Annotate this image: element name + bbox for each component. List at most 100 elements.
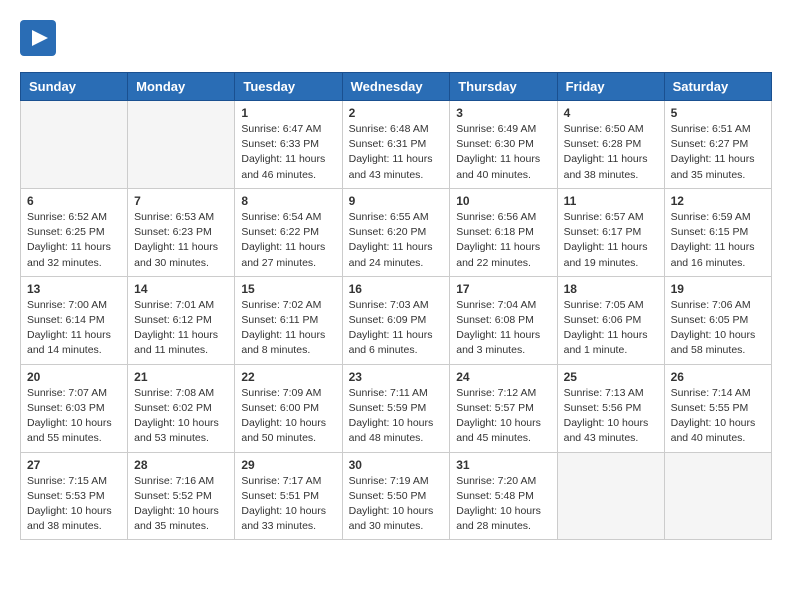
day-number: 24 (456, 370, 550, 384)
calendar-cell: 15Sunrise: 7:02 AMSunset: 6:11 PMDayligh… (235, 276, 342, 364)
day-info: Sunrise: 7:05 AMSunset: 6:06 PMDaylight:… (564, 298, 658, 359)
calendar-cell: 29Sunrise: 7:17 AMSunset: 5:51 PMDayligh… (235, 452, 342, 540)
calendar-cell: 8 Sunrise: 6:54 AMSunset: 6:22 PMDaylight… (235, 188, 342, 276)
day-info: Sunrise: 6:47 AMSunset: 6:33 PMDaylight:… (241, 122, 335, 183)
calendar-header-row: SundayMondayTuesdayWednesdayThursdayFrid… (21, 73, 772, 101)
calendar-cell: 25Sunrise: 7:13 AMSunset: 5:56 PMDayligh… (557, 364, 664, 452)
day-number: 3 (456, 106, 550, 120)
calendar-cell: 28 Sunrise: 7:16 AMSunset: 5:52 PMDayligh… (128, 452, 235, 540)
day-info: Sunrise: 7:01 AMSunset: 6:12 PMDaylight:… (134, 298, 228, 359)
calendar-header-thursday: Thursday (450, 73, 557, 101)
day-number: 20 (27, 370, 121, 384)
logo (20, 20, 60, 56)
day-number: 22 (241, 370, 335, 384)
calendar-cell: 26 Sunrise: 7:14 AMSunset: 5:55 PMDayligh… (664, 364, 771, 452)
calendar-header-sunday: Sunday (21, 73, 128, 101)
day-number: 25 (564, 370, 658, 384)
day-number: 29 (241, 458, 335, 472)
calendar-week-row: 13 Sunrise: 7:00 AMSunset: 6:14 PMDayligh… (21, 276, 772, 364)
day-info: Sunrise: 7:14 AMSunset: 5:55 PMDaylight:… (671, 386, 765, 447)
day-number: 18 (564, 282, 658, 296)
calendar-header-saturday: Saturday (664, 73, 771, 101)
day-number: 11 (564, 194, 658, 208)
day-info: Sunrise: 6:49 AMSunset: 6:30 PMDaylight:… (456, 122, 550, 183)
day-number: 31 (456, 458, 550, 472)
calendar-week-row: 27 Sunrise: 7:15 AMSunset: 5:53 PMDayligh… (21, 452, 772, 540)
day-number: 7 (134, 194, 228, 208)
day-info: Sunrise: 6:59 AMSunset: 6:15 PMDaylight:… (671, 210, 765, 271)
day-number: 28 (134, 458, 228, 472)
day-info: Sunrise: 6:55 AMSunset: 6:20 PMDaylight:… (349, 210, 444, 271)
day-number: 27 (27, 458, 121, 472)
day-number: 8 (241, 194, 335, 208)
calendar-cell: 2Sunrise: 6:48 AMSunset: 6:31 PMDaylight… (342, 101, 450, 189)
calendar-cell: 10 Sunrise: 6:56 AMSunset: 6:18 PMDayligh… (450, 188, 557, 276)
day-info: Sunrise: 6:57 AMSunset: 6:17 PMDaylight:… (564, 210, 658, 271)
day-number: 14 (134, 282, 228, 296)
day-info: Sunrise: 7:12 AMSunset: 5:57 PMDaylight:… (456, 386, 550, 447)
day-number: 10 (456, 194, 550, 208)
day-number: 15 (241, 282, 335, 296)
day-number: 30 (349, 458, 444, 472)
day-info: Sunrise: 7:19 AMSunset: 5:50 PMDaylight:… (349, 474, 444, 535)
calendar-cell: 30 Sunrise: 7:19 AMSunset: 5:50 PMDayligh… (342, 452, 450, 540)
day-info: Sunrise: 7:15 AMSunset: 5:53 PMDaylight:… (27, 474, 121, 535)
day-info: Sunrise: 7:16 AMSunset: 5:52 PMDaylight:… (134, 474, 228, 535)
calendar-cell (21, 101, 128, 189)
calendar-cell (664, 452, 771, 540)
day-number: 17 (456, 282, 550, 296)
logo-icon (20, 20, 56, 56)
calendar-cell (557, 452, 664, 540)
day-number: 26 (671, 370, 765, 384)
day-info: Sunrise: 7:06 AMSunset: 6:05 PMDaylight:… (671, 298, 765, 359)
day-info: Sunrise: 6:51 AMSunset: 6:27 PMDaylight:… (671, 122, 765, 183)
day-number: 5 (671, 106, 765, 120)
calendar-cell: 21 Sunrise: 7:08 AMSunset: 6:02 PMDayligh… (128, 364, 235, 452)
calendar-cell (128, 101, 235, 189)
day-info: Sunrise: 7:00 AMSunset: 6:14 PMDaylight:… (27, 298, 121, 359)
calendar-cell: 18 Sunrise: 7:05 AMSunset: 6:06 PMDayligh… (557, 276, 664, 364)
calendar-header-friday: Friday (557, 73, 664, 101)
calendar-header-monday: Monday (128, 73, 235, 101)
calendar-cell: 5 Sunrise: 6:51 AMSunset: 6:27 PMDaylight… (664, 101, 771, 189)
calendar-cell: 16Sunrise: 7:03 AMSunset: 6:09 PMDayligh… (342, 276, 450, 364)
calendar-cell: 17 Sunrise: 7:04 AMSunset: 6:08 PMDayligh… (450, 276, 557, 364)
day-number: 6 (27, 194, 121, 208)
day-info: Sunrise: 6:53 AMSunset: 6:23 PMDaylight:… (134, 210, 228, 271)
day-info: Sunrise: 7:04 AMSunset: 6:08 PMDaylight:… (456, 298, 550, 359)
calendar-cell: 31 Sunrise: 7:20 AMSunset: 5:48 PMDayligh… (450, 452, 557, 540)
day-number: 13 (27, 282, 121, 296)
day-number: 9 (349, 194, 444, 208)
calendar-week-row: 20Sunrise: 7:07 AMSunset: 6:03 PMDayligh… (21, 364, 772, 452)
calendar-cell: 12Sunrise: 6:59 AMSunset: 6:15 PMDayligh… (664, 188, 771, 276)
calendar-cell: 4 Sunrise: 6:50 AMSunset: 6:28 PMDaylight… (557, 101, 664, 189)
calendar-header-tuesday: Tuesday (235, 73, 342, 101)
calendar-cell: 14 Sunrise: 7:01 AMSunset: 6:12 PMDayligh… (128, 276, 235, 364)
calendar-week-row: 6 Sunrise: 6:52 AMSunset: 6:25 PMDaylight… (21, 188, 772, 276)
calendar-cell: 23Sunrise: 7:11 AMSunset: 5:59 PMDayligh… (342, 364, 450, 452)
calendar-cell: 19 Sunrise: 7:06 AMSunset: 6:05 PMDayligh… (664, 276, 771, 364)
day-info: Sunrise: 6:56 AMSunset: 6:18 PMDaylight:… (456, 210, 550, 271)
day-number: 23 (349, 370, 444, 384)
day-info: Sunrise: 6:54 AMSunset: 6:22 PMDaylight:… (241, 210, 335, 271)
page-header (20, 20, 772, 56)
calendar-table: SundayMondayTuesdayWednesdayThursdayFrid… (20, 72, 772, 540)
day-number: 19 (671, 282, 765, 296)
day-info: Sunrise: 7:08 AMSunset: 6:02 PMDaylight:… (134, 386, 228, 447)
day-info: Sunrise: 7:20 AMSunset: 5:48 PMDaylight:… (456, 474, 550, 535)
calendar-cell: 13 Sunrise: 7:00 AMSunset: 6:14 PMDayligh… (21, 276, 128, 364)
calendar-cell: 7 Sunrise: 6:53 AMSunset: 6:23 PMDaylight… (128, 188, 235, 276)
calendar-cell: 6 Sunrise: 6:52 AMSunset: 6:25 PMDaylight… (21, 188, 128, 276)
calendar-cell: 1Sunrise: 6:47 AMSunset: 6:33 PMDaylight… (235, 101, 342, 189)
calendar-header-wednesday: Wednesday (342, 73, 450, 101)
calendar-cell: 22 Sunrise: 7:09 AMSunset: 6:00 PMDayligh… (235, 364, 342, 452)
day-number: 21 (134, 370, 228, 384)
day-info: Sunrise: 6:52 AMSunset: 6:25 PMDaylight:… (27, 210, 121, 271)
day-info: Sunrise: 7:09 AMSunset: 6:00 PMDaylight:… (241, 386, 335, 447)
calendar-cell: 20Sunrise: 7:07 AMSunset: 6:03 PMDayligh… (21, 364, 128, 452)
day-info: Sunrise: 6:48 AMSunset: 6:31 PMDaylight:… (349, 122, 444, 183)
calendar-week-row: 1Sunrise: 6:47 AMSunset: 6:33 PMDaylight… (21, 101, 772, 189)
day-number: 4 (564, 106, 658, 120)
day-info: Sunrise: 7:03 AMSunset: 6:09 PMDaylight:… (349, 298, 444, 359)
day-info: Sunrise: 6:50 AMSunset: 6:28 PMDaylight:… (564, 122, 658, 183)
